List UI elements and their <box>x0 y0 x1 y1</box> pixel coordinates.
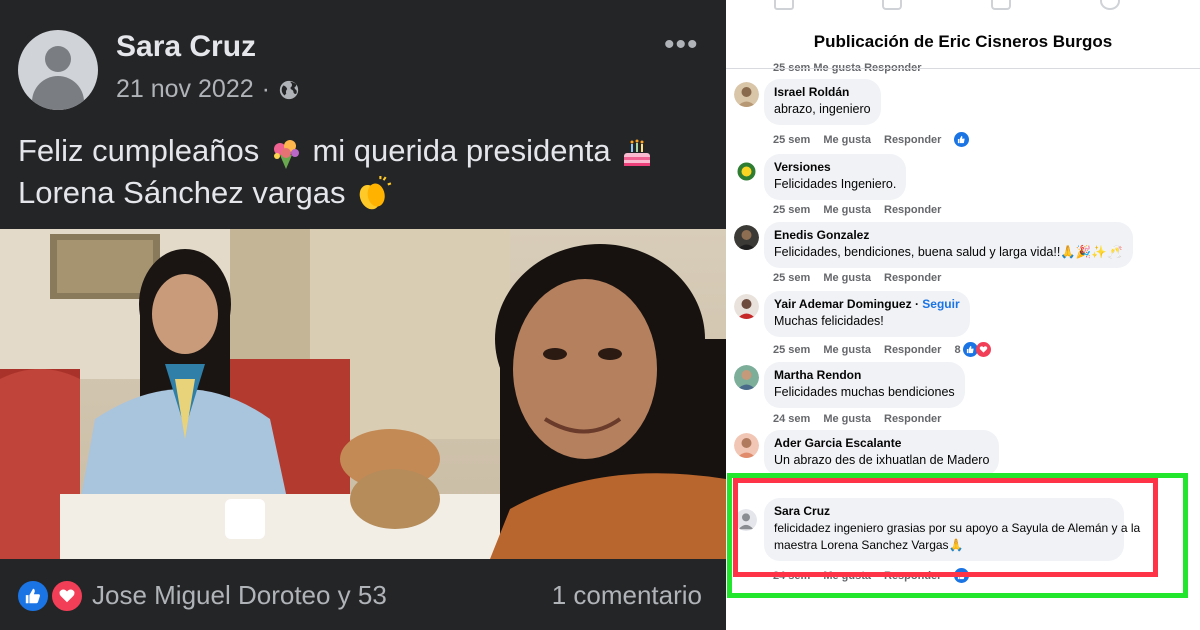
home-icon[interactable] <box>774 0 794 10</box>
post-text-line1: Feliz cumpleaños <box>18 133 260 168</box>
post-footer: Jose Miguel Doroteo y 53 1 comentario <box>0 560 726 630</box>
comment-reply-button[interactable]: Responder <box>884 134 941 146</box>
comment-time[interactable]: 25 sem <box>773 272 810 284</box>
comment-like-button[interactable]: Me gusta <box>823 272 871 284</box>
commenter-name[interactable]: Enedis Gonzalez <box>774 228 1123 242</box>
comment-bubble: Enedis Gonzalez Felicidades, bendiciones… <box>764 222 1133 268</box>
comment-time[interactable]: 25 sem <box>773 204 810 216</box>
commenter-name[interactable]: Martha Rendon <box>774 368 955 382</box>
comment-time[interactable]: 24 sem <box>773 413 810 425</box>
commenter-avatar[interactable] <box>734 294 759 319</box>
post-text-line1b: mi querida presidenta <box>312 133 611 168</box>
comment-bubble: Versiones Felicidades Ingeniero. <box>764 154 907 200</box>
love-reaction-icon <box>975 342 991 357</box>
reactors-summary[interactable]: Jose Miguel Doroteo y 53 <box>92 580 387 611</box>
commenter-avatar[interactable] <box>734 159 759 184</box>
comment-like-button[interactable]: Me gusta <box>823 134 871 146</box>
post-author-name[interactable]: Sara Cruz <box>116 30 256 64</box>
comment-bubble: Yair Ademar Dominguez · Seguir Muchas fe… <box>764 291 970 337</box>
bouquet-emoji <box>273 139 299 169</box>
post-text-line2: Lorena Sánchez vargas <box>18 175 346 210</box>
globe-icon <box>279 80 299 99</box>
commenter-avatar[interactable] <box>734 225 759 250</box>
post-text: Feliz cumpleaños mi querida presidenta L… <box>18 130 708 214</box>
commenter-name[interactable]: Yair Ademar Dominguez <box>774 297 912 311</box>
commenter-name[interactable]: Ader Garcia Escalante <box>774 436 989 450</box>
video-icon[interactable] <box>882 0 902 10</box>
groups-icon[interactable] <box>1100 0 1120 10</box>
comment-actions: 25 sem Me gusta Responder <box>773 272 941 284</box>
comment-actions: 25 sem Me gusta Responder 8 <box>773 342 991 357</box>
comment-like-button[interactable]: Me gusta <box>823 344 871 356</box>
comment-text: Felicidades, bendiciones, buena salud y … <box>774 245 1123 259</box>
like-reaction-icon[interactable] <box>954 132 970 147</box>
comment-reply-button[interactable]: Responder <box>884 272 941 284</box>
title-divider <box>726 68 1200 69</box>
more-options-icon[interactable]: ••• <box>664 28 699 62</box>
comment-count[interactable]: 1 comentario <box>552 580 702 611</box>
marketplace-icon[interactable] <box>991 0 1011 10</box>
love-reaction-icon[interactable] <box>50 579 84 613</box>
cake-emoji <box>624 139 651 166</box>
comment-bubble: Israel Roldán abrazo, ingeniero <box>764 79 881 125</box>
comment-like-button[interactable]: Me gusta <box>823 413 871 425</box>
highlight-frame-red <box>733 478 1158 577</box>
comment-text: Felicidades muchas bendiciones <box>774 385 955 399</box>
commenter-name-row: Yair Ademar Dominguez · Seguir <box>774 297 960 311</box>
clapping-hands-emoji <box>359 175 392 210</box>
commenter-name[interactable]: Versiones <box>774 160 896 174</box>
comment-reply-button[interactable]: Responder <box>884 344 941 356</box>
commenter-name[interactable]: Israel Roldán <box>774 85 871 99</box>
comment-actions: 25 sem Me gusta Responder <box>773 132 970 147</box>
default-avatar-body <box>32 76 84 110</box>
author-avatar[interactable] <box>18 30 98 110</box>
comment-actions: 25 sem Me gusta Responder <box>773 204 941 216</box>
comment-actions: 24 sem Me gusta Responder <box>773 413 941 425</box>
default-avatar-head <box>45 46 71 72</box>
comment-text: Un abrazo des de ixhuatlan de Madero <box>774 453 990 467</box>
follow-button[interactable]: Seguir <box>922 297 959 311</box>
comment-bubble: Martha Rendon Felicidades muchas bendici… <box>764 362 965 408</box>
reaction-count: 8 <box>954 343 961 356</box>
page-title: Publicación de Eric Cisneros Burgos <box>813 32 1113 51</box>
commenter-avatar[interactable] <box>734 82 759 107</box>
comment-like-button[interactable]: Me gusta <box>823 204 871 216</box>
meta-separator: · <box>261 75 270 103</box>
post-date[interactable]: 21 nov 2022 <box>116 75 254 104</box>
post-card: Sara Cruz 21 nov 2022 · ••• Feliz cumple… <box>0 0 726 630</box>
comment-reply-button[interactable]: Responder <box>884 413 941 425</box>
post-photo[interactable] <box>0 229 726 559</box>
comment-text: Felicidades Ingeniero. <box>774 177 897 191</box>
comment-bubble: Ader Garcia Escalante Un abrazo des de i… <box>764 430 1000 476</box>
commenter-avatar[interactable] <box>734 433 759 458</box>
comment-time[interactable]: 25 sem <box>773 344 810 356</box>
post-meta: 21 nov 2022 · <box>116 75 300 104</box>
commenter-avatar[interactable] <box>734 365 759 390</box>
like-reaction-icon[interactable] <box>16 579 50 613</box>
top-nav-bar <box>726 0 1200 14</box>
comment-text: abrazo, ingeniero <box>774 102 871 116</box>
comment-text: Muchas felicidades! <box>774 314 884 328</box>
comment-reply-button[interactable]: Responder <box>884 204 941 216</box>
comment-reactions[interactable]: 8 <box>954 342 991 357</box>
comment-time[interactable]: 25 sem <box>773 134 810 146</box>
